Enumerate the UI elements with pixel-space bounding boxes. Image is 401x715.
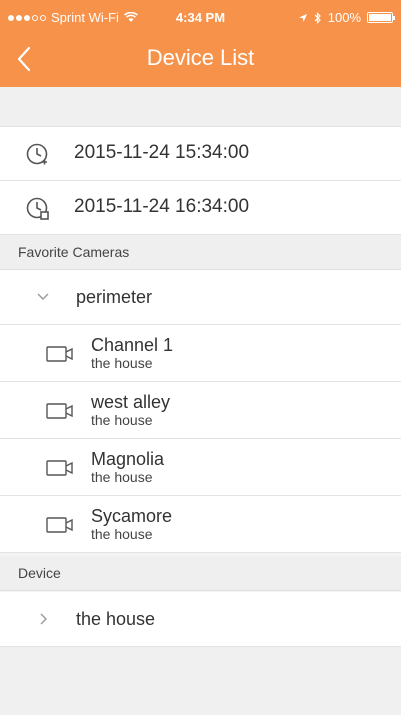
- location-arrow-icon: [298, 13, 307, 22]
- bluetooth-icon: [314, 11, 321, 24]
- camera-location: the house: [91, 412, 153, 428]
- time-start-label: 2015-11-24 15:34:00: [74, 142, 250, 163]
- camera-name: Sycamore: [91, 506, 173, 526]
- clock-icon: [26, 143, 48, 165]
- device-section-header: Device: [0, 556, 401, 591]
- spacer-band: [0, 87, 401, 127]
- camera-name: Channel 1: [91, 335, 174, 355]
- camera-location: the house: [91, 469, 153, 485]
- chevron-right-icon: [40, 613, 47, 625]
- group-row-perimeter[interactable]: perimeter: [0, 270, 401, 325]
- camera-name: Magnolia: [91, 449, 165, 469]
- battery-icon: [367, 12, 395, 23]
- status-right: 100%: [298, 10, 395, 25]
- chevron-down-icon: [37, 293, 49, 300]
- favorites-section-label: Favorite Cameras: [18, 244, 130, 260]
- device-section-label: Device: [18, 565, 61, 581]
- camera-icon: [46, 517, 73, 533]
- battery-percent: 100%: [327, 10, 361, 25]
- camera-location: the house: [91, 526, 153, 542]
- camera-row[interactable]: Sycamore the house: [0, 496, 401, 553]
- camera-location: the house: [91, 355, 153, 371]
- camera-name: west alley: [91, 392, 171, 412]
- camera-row[interactable]: Magnolia the house: [0, 439, 401, 496]
- camera-icon: [46, 346, 73, 362]
- device-row[interactable]: the house: [0, 592, 401, 647]
- page-title: Device List: [146, 45, 255, 70]
- time-range-end-row[interactable]: 2015-11-24 16:34:00: [0, 181, 401, 235]
- favorites-section-header: Favorite Cameras: [0, 235, 401, 270]
- group-label: perimeter: [76, 287, 153, 307]
- camera-row[interactable]: Channel 1 the house: [0, 325, 401, 382]
- header-bar: Sprint Wi-Fi 4:34 PM 100% Device List: [0, 0, 401, 87]
- device-label: the house: [76, 609, 156, 629]
- empty-area: [0, 647, 401, 715]
- camera-icon: [46, 460, 73, 476]
- time-range-start-row[interactable]: 2015-11-24 15:34:00: [0, 127, 401, 181]
- time-end-label: 2015-11-24 16:34:00: [74, 196, 250, 217]
- camera-icon: [46, 403, 73, 419]
- clock-icon: [26, 197, 49, 220]
- status-bar: Sprint Wi-Fi 4:34 PM 100%: [0, 0, 401, 36]
- camera-row[interactable]: west alley the house: [0, 382, 401, 439]
